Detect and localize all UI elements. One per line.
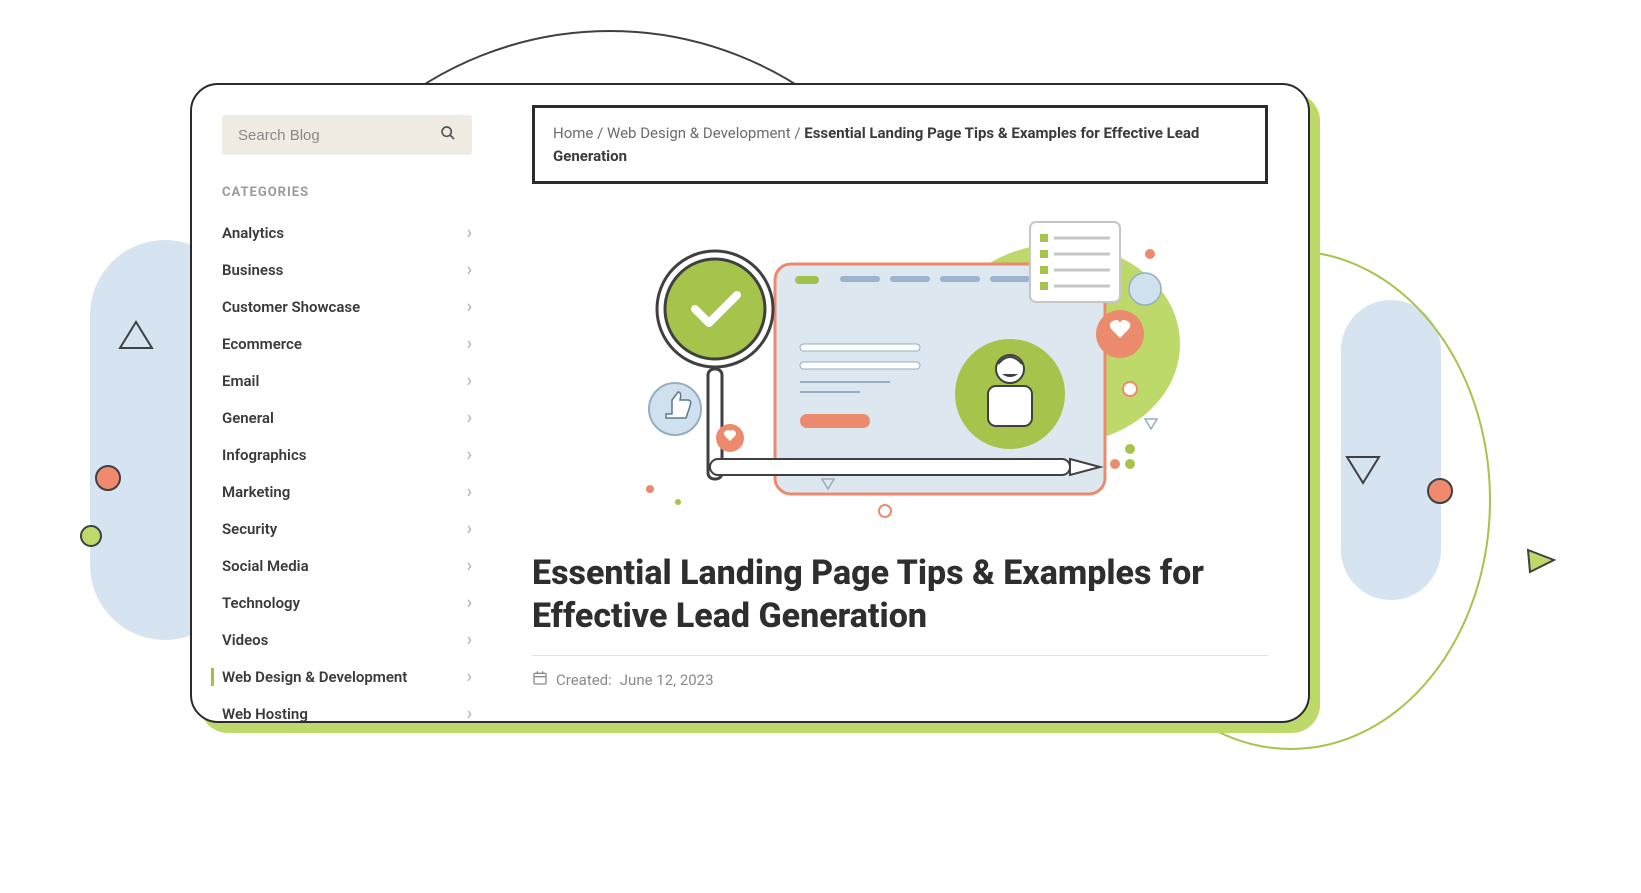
deco-dot-orange <box>95 465 121 491</box>
calendar-icon <box>532 670 548 690</box>
divider <box>532 655 1268 656</box>
deco-dot-orange-right <box>1427 478 1453 504</box>
category-label: Infographics <box>222 446 307 464</box>
category-label: Security <box>222 520 277 538</box>
category-item[interactable]: Videos› <box>222 621 472 658</box>
category-label: Videos <box>222 631 268 649</box>
created-date: June 12, 2023 <box>620 671 714 689</box>
search-input[interactable] <box>238 127 418 144</box>
breadcrumb-home[interactable]: Home <box>553 124 593 142</box>
deco-triangle-left <box>118 320 154 350</box>
deco-dot-green <box>80 525 102 547</box>
deco-triangle-right-1 <box>1345 455 1381 485</box>
category-item[interactable]: Infographics› <box>222 436 472 473</box>
category-item[interactable]: Business› <box>222 251 472 288</box>
category-label: Social Media <box>222 557 309 575</box>
category-label: Web Hosting <box>222 705 308 723</box>
category-item[interactable]: General› <box>222 399 472 436</box>
category-item[interactable]: Social Media› <box>222 547 472 584</box>
category-item[interactable]: Security› <box>222 510 472 547</box>
category-label: Customer Showcase <box>222 298 360 316</box>
content-card: CATEGORIES Analytics›Business›Customer S… <box>190 83 1310 723</box>
deco-triangle-right-2 <box>1526 548 1556 574</box>
category-label: Web Design & Development <box>211 668 407 686</box>
category-item[interactable]: Technology› <box>222 584 472 621</box>
article-meta: Created: June 12, 2023 <box>532 670 1268 690</box>
chevron-right-icon: › <box>467 703 472 723</box>
category-item[interactable]: Ecommerce› <box>222 325 472 362</box>
category-item[interactable]: Analytics› <box>222 214 472 251</box>
main-content: Home / Web Design & Development / Essent… <box>472 115 1268 691</box>
category-label: Marketing <box>222 483 290 501</box>
categories-list: Analytics›Business›Customer Showcase›Eco… <box>222 214 472 723</box>
search-icon[interactable] <box>440 125 456 145</box>
breadcrumb: Home / Web Design & Development / Essent… <box>532 105 1268 184</box>
sidebar: CATEGORIES Analytics›Business›Customer S… <box>222 115 472 691</box>
category-item[interactable]: Web Design & Development› <box>222 658 472 695</box>
article-title: Essential Landing Page Tips & Examples f… <box>532 552 1268 637</box>
category-label: General <box>222 409 274 427</box>
categories-heading: CATEGORIES <box>222 185 472 200</box>
category-item[interactable]: Marketing› <box>222 473 472 510</box>
breadcrumb-sep: / <box>593 124 607 142</box>
breadcrumb-sep-2: / <box>791 124 805 142</box>
category-label: Analytics <box>222 224 284 242</box>
category-label: Email <box>222 372 259 390</box>
breadcrumb-category[interactable]: Web Design & Development <box>607 124 791 142</box>
category-label: Business <box>222 261 283 279</box>
category-item[interactable]: Web Hosting › <box>222 695 472 723</box>
category-item[interactable]: Customer Showcase› <box>222 288 472 325</box>
category-label: Technology <box>222 594 300 612</box>
search-box[interactable] <box>222 115 472 155</box>
category-label: Ecommerce <box>222 335 302 353</box>
created-label: Created: <box>556 671 612 689</box>
category-item[interactable]: Email› <box>222 362 472 399</box>
hero-illustration <box>532 214 1268 534</box>
